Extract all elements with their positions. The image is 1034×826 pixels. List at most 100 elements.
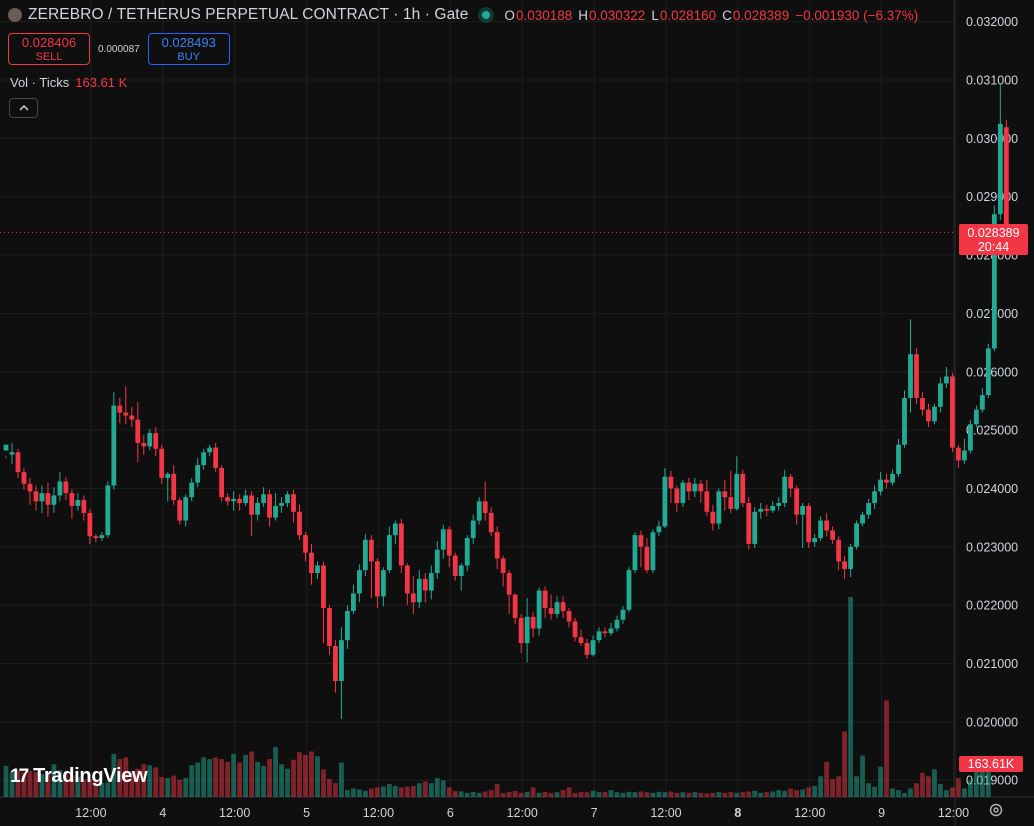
buy-label: BUY	[177, 51, 201, 63]
volume-bar	[219, 759, 225, 797]
symbol-legend[interactable]: ZEREBRO / TETHERUS PERPETUAL CONTRACT · …	[8, 6, 918, 24]
time-axis-label: 12:00	[75, 806, 106, 820]
open-label: O	[504, 7, 515, 23]
volume-bar	[303, 754, 308, 797]
candle-body	[33, 491, 39, 502]
candle-body	[237, 498, 243, 504]
buy-button[interactable]: 0.028493 BUY	[147, 33, 230, 65]
price-chart[interactable]: 0.0320000.0310000.0300000.0290000.028000…	[0, 0, 1034, 826]
volume-bar	[668, 791, 674, 797]
candle-body	[506, 573, 512, 595]
candle-body	[21, 472, 27, 484]
candle-body	[207, 447, 213, 453]
time-axis-label: 12:00	[363, 806, 394, 820]
candle-body	[656, 526, 662, 533]
collapse-legend-button[interactable]	[9, 98, 38, 118]
time-axis-label: 5	[303, 806, 310, 820]
candle-body	[830, 530, 836, 540]
candle-body	[680, 482, 686, 504]
candle-body	[482, 501, 488, 513]
candle-body	[788, 476, 794, 489]
candle-body	[812, 538, 818, 543]
candle-body	[219, 468, 225, 498]
volume-bar	[548, 792, 554, 797]
volume-bar	[944, 790, 949, 797]
volume-bar	[434, 778, 440, 797]
candle-body	[914, 354, 919, 399]
chart-area[interactable]: 0.0320000.0310000.0300000.0290000.028000…	[0, 0, 1034, 826]
candle-body	[225, 497, 231, 502]
candle-body	[99, 535, 105, 539]
volume-bar	[950, 787, 955, 797]
candle-body	[985, 348, 991, 396]
candle-body	[602, 631, 608, 634]
volume-bar	[662, 792, 668, 797]
volume-bar	[506, 791, 512, 797]
time-axis-label: 7	[591, 806, 598, 820]
candle-body	[632, 535, 638, 571]
volume-legend[interactable]: Vol · Ticks 163.61 K	[10, 75, 127, 90]
volume-bar	[171, 775, 177, 797]
candle-body	[836, 539, 842, 562]
candle-body	[967, 424, 973, 451]
volume-bar	[926, 776, 931, 797]
volume-bar	[752, 790, 758, 797]
volume-bar	[339, 762, 344, 797]
candle-body	[806, 505, 812, 543]
candle-body	[884, 479, 889, 483]
candle-body	[380, 570, 386, 597]
volume-bar	[674, 792, 680, 797]
candle-body	[896, 444, 901, 474]
volume-bar	[351, 788, 356, 797]
volume-bar	[818, 776, 824, 797]
volume-bar	[560, 790, 566, 797]
volume-bar	[590, 790, 596, 797]
volume-bar	[363, 790, 368, 797]
chart-settings-button[interactable]	[987, 802, 1005, 820]
volume-bar	[758, 792, 764, 797]
volume-bar	[327, 779, 332, 797]
last-price-tag: 0.028389 20:44	[959, 224, 1028, 255]
volume-bar	[644, 792, 650, 797]
candle-body	[327, 608, 332, 646]
volume-bar	[476, 792, 482, 797]
volume-bar	[878, 766, 883, 797]
buy-price: 0.028493	[161, 35, 216, 50]
volume-bar	[860, 755, 865, 797]
sell-button[interactable]: 0.028406 SELL	[8, 33, 90, 65]
volume-bar	[566, 787, 572, 797]
candle-body	[333, 645, 338, 682]
volume-bar	[159, 777, 165, 797]
time-axis-label: 8	[734, 806, 741, 820]
candle-body	[159, 448, 165, 478]
volume-bar	[380, 786, 386, 797]
candle-body	[716, 491, 722, 524]
candle-body	[135, 419, 141, 443]
candle-body	[81, 500, 87, 513]
volume-bar	[392, 785, 398, 797]
high-label: H	[578, 7, 588, 23]
symbol-title[interactable]: ZEREBRO / TETHERUS PERPETUAL CONTRACT · …	[28, 6, 468, 24]
volume-bar	[518, 792, 524, 797]
candle-body	[63, 481, 69, 494]
volume-bar	[962, 788, 967, 797]
tradingview-logo[interactable]: 17 TradingView	[10, 765, 148, 788]
price-axis-label: 0.022000	[966, 599, 1018, 613]
market-open-icon[interactable]	[480, 9, 493, 21]
candle-body	[776, 503, 782, 506]
volume-bar	[854, 776, 859, 797]
candle-body	[416, 578, 422, 603]
candle-body	[69, 493, 75, 506]
volume-bar	[800, 789, 806, 797]
candle-body	[938, 383, 943, 407]
time-axis-label: 6	[447, 806, 454, 820]
candle-body	[956, 447, 961, 461]
candle-body	[818, 520, 824, 539]
candle-body	[422, 578, 428, 591]
volume-bar	[315, 756, 320, 797]
volume-bar	[554, 792, 560, 797]
volume-bar	[249, 751, 254, 797]
candle-body	[860, 514, 865, 524]
volume-bar	[692, 792, 698, 797]
candle-body	[494, 532, 500, 559]
